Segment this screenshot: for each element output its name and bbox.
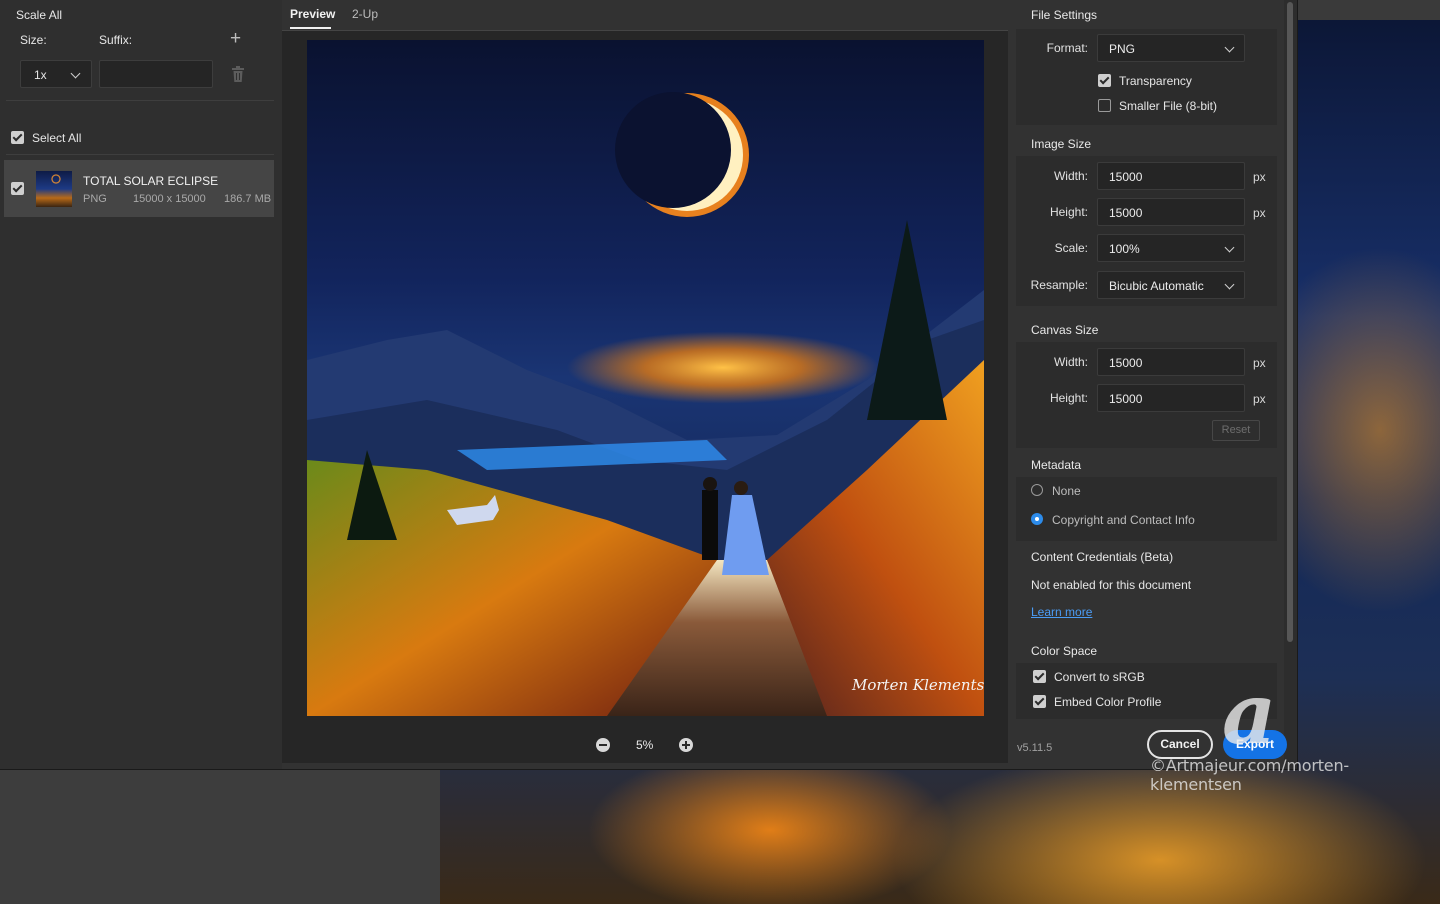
zoom-level: 5% — [636, 738, 654, 752]
suffix-label: Suffix: — [99, 33, 133, 47]
format-value: PNG — [1109, 42, 1136, 56]
select-all-checkbox[interactable] — [11, 131, 24, 144]
chevron-down-icon — [1224, 279, 1235, 290]
chevron-down-icon — [1224, 42, 1235, 53]
format-dropdown[interactable]: PNG — [1097, 34, 1245, 62]
resample-dropdown[interactable]: Bicubic Automatic — [1097, 271, 1245, 299]
image-height-value: 15000 — [1109, 206, 1143, 220]
size-label: Size: — [20, 33, 47, 47]
transparency-label: Transparency — [1119, 74, 1192, 88]
scale-dropdown-value: 1x — [34, 68, 47, 82]
metadata-copyright-radio[interactable] — [1031, 513, 1043, 525]
embed-profile-label: Embed Color Profile — [1054, 695, 1162, 709]
learn-more-link[interactable]: Learn more — [1031, 605, 1092, 619]
asset-checkbox[interactable] — [11, 182, 24, 195]
asset-dimensions: 15000 x 15000 — [133, 193, 206, 205]
version-label: v5.11.5 — [1017, 742, 1053, 754]
image-width-label: Width: — [1053, 169, 1088, 183]
canvas-height-input[interactable]: 15000 — [1097, 384, 1245, 412]
canvas-height-label: Height: — [1049, 391, 1088, 405]
workspace-strip — [1296, 0, 1440, 20]
metadata-title: Metadata — [1031, 458, 1082, 472]
resample-value: Bicubic Automatic — [1109, 279, 1204, 293]
suffix-input[interactable] — [99, 60, 213, 88]
zoom-out-button[interactable] — [596, 738, 610, 752]
scale-label: Scale: — [1054, 241, 1088, 255]
artmajeur-logo-icon: a — [1222, 664, 1277, 763]
canvas-width-value: 15000 — [1109, 356, 1143, 370]
resample-label: Resample: — [1030, 278, 1088, 292]
settings-scrollbar[interactable] — [1287, 2, 1293, 642]
content-credentials-title: Content Credentials (Beta) — [1031, 550, 1174, 564]
reset-button[interactable]: Reset — [1212, 420, 1260, 441]
add-scale-button[interactable]: + — [230, 28, 241, 50]
image-width-unit: px — [1253, 170, 1266, 184]
content-credentials-status: Not enabled for this document — [1031, 578, 1192, 592]
asset-name: TOTAL SOLAR ECLIPSE — [83, 174, 219, 188]
tab-2-up[interactable]: 2-Up — [352, 7, 378, 21]
smaller-file-label: Smaller File (8-bit) — [1119, 99, 1218, 113]
canvas-width-label: Width: — [1053, 355, 1088, 369]
chevron-down-icon — [70, 68, 81, 79]
divider — [6, 100, 274, 101]
image-height-unit: px — [1253, 206, 1266, 220]
convert-srgb-checkbox[interactable] — [1033, 670, 1046, 683]
asset-type: PNG — [83, 193, 107, 205]
preview-tabs — [282, 0, 1008, 31]
metadata-copyright-label: Copyright and Contact Info — [1052, 513, 1195, 527]
scale-dropdown-right[interactable]: 100% — [1097, 234, 1245, 262]
color-space-title: Color Space — [1031, 644, 1098, 658]
image-size-title: Image Size — [1031, 137, 1092, 151]
zoom-in-button[interactable] — [679, 738, 693, 752]
signature: Morten Klementsen — [851, 676, 984, 694]
workspace-background — [0, 770, 440, 904]
scale-dropdown[interactable]: 1x — [20, 60, 92, 88]
format-label: Format: — [1046, 41, 1088, 55]
canvas-width-unit: px — [1253, 356, 1266, 370]
divider — [6, 154, 274, 155]
image-width-input[interactable]: 15000 — [1097, 162, 1245, 190]
preview-image: Morten Klementsen — [307, 40, 984, 716]
canvas-size-title: Canvas Size — [1031, 323, 1099, 337]
metadata-none-radio[interactable] — [1031, 484, 1043, 496]
active-tab-indicator — [290, 27, 331, 29]
embed-profile-checkbox[interactable] — [1033, 695, 1046, 708]
metadata-none-label: None — [1052, 484, 1081, 498]
image-width-value: 15000 — [1109, 170, 1143, 184]
canvas-height-unit: px — [1253, 392, 1266, 406]
transparency-checkbox[interactable] — [1098, 74, 1111, 87]
export-as-dialog: Scale All Size: Suffix: + 1x Select All … — [0, 0, 1298, 770]
asset-list-item[interactable]: TOTAL SOLAR ECLIPSE PNG 15000 x 15000 18… — [4, 160, 274, 217]
assets-panel — [0, 0, 282, 769]
scale-all-title: Scale All — [16, 8, 63, 22]
canvas-height-value: 15000 — [1109, 392, 1143, 406]
image-height-input[interactable]: 15000 — [1097, 198, 1245, 226]
image-height-label: Height: — [1049, 205, 1088, 219]
smaller-file-checkbox[interactable] — [1098, 99, 1111, 112]
watermark-text: ©Artmajeur.com/morten-klementsen — [1150, 756, 1349, 794]
convert-srgb-label: Convert to sRGB — [1054, 670, 1145, 684]
canvas-width-input[interactable]: 15000 — [1097, 348, 1245, 376]
tab-preview[interactable]: Preview — [290, 7, 335, 21]
asset-thumbnail — [36, 171, 72, 207]
file-settings-title: File Settings — [1031, 8, 1098, 22]
chevron-down-icon — [1224, 242, 1235, 253]
cancel-button[interactable]: Cancel — [1147, 730, 1213, 759]
trash-icon[interactable] — [231, 66, 245, 82]
scale-value: 100% — [1109, 242, 1140, 256]
select-all-label: Select All — [32, 131, 82, 145]
asset-file-size: 186.7 MB — [224, 193, 272, 205]
